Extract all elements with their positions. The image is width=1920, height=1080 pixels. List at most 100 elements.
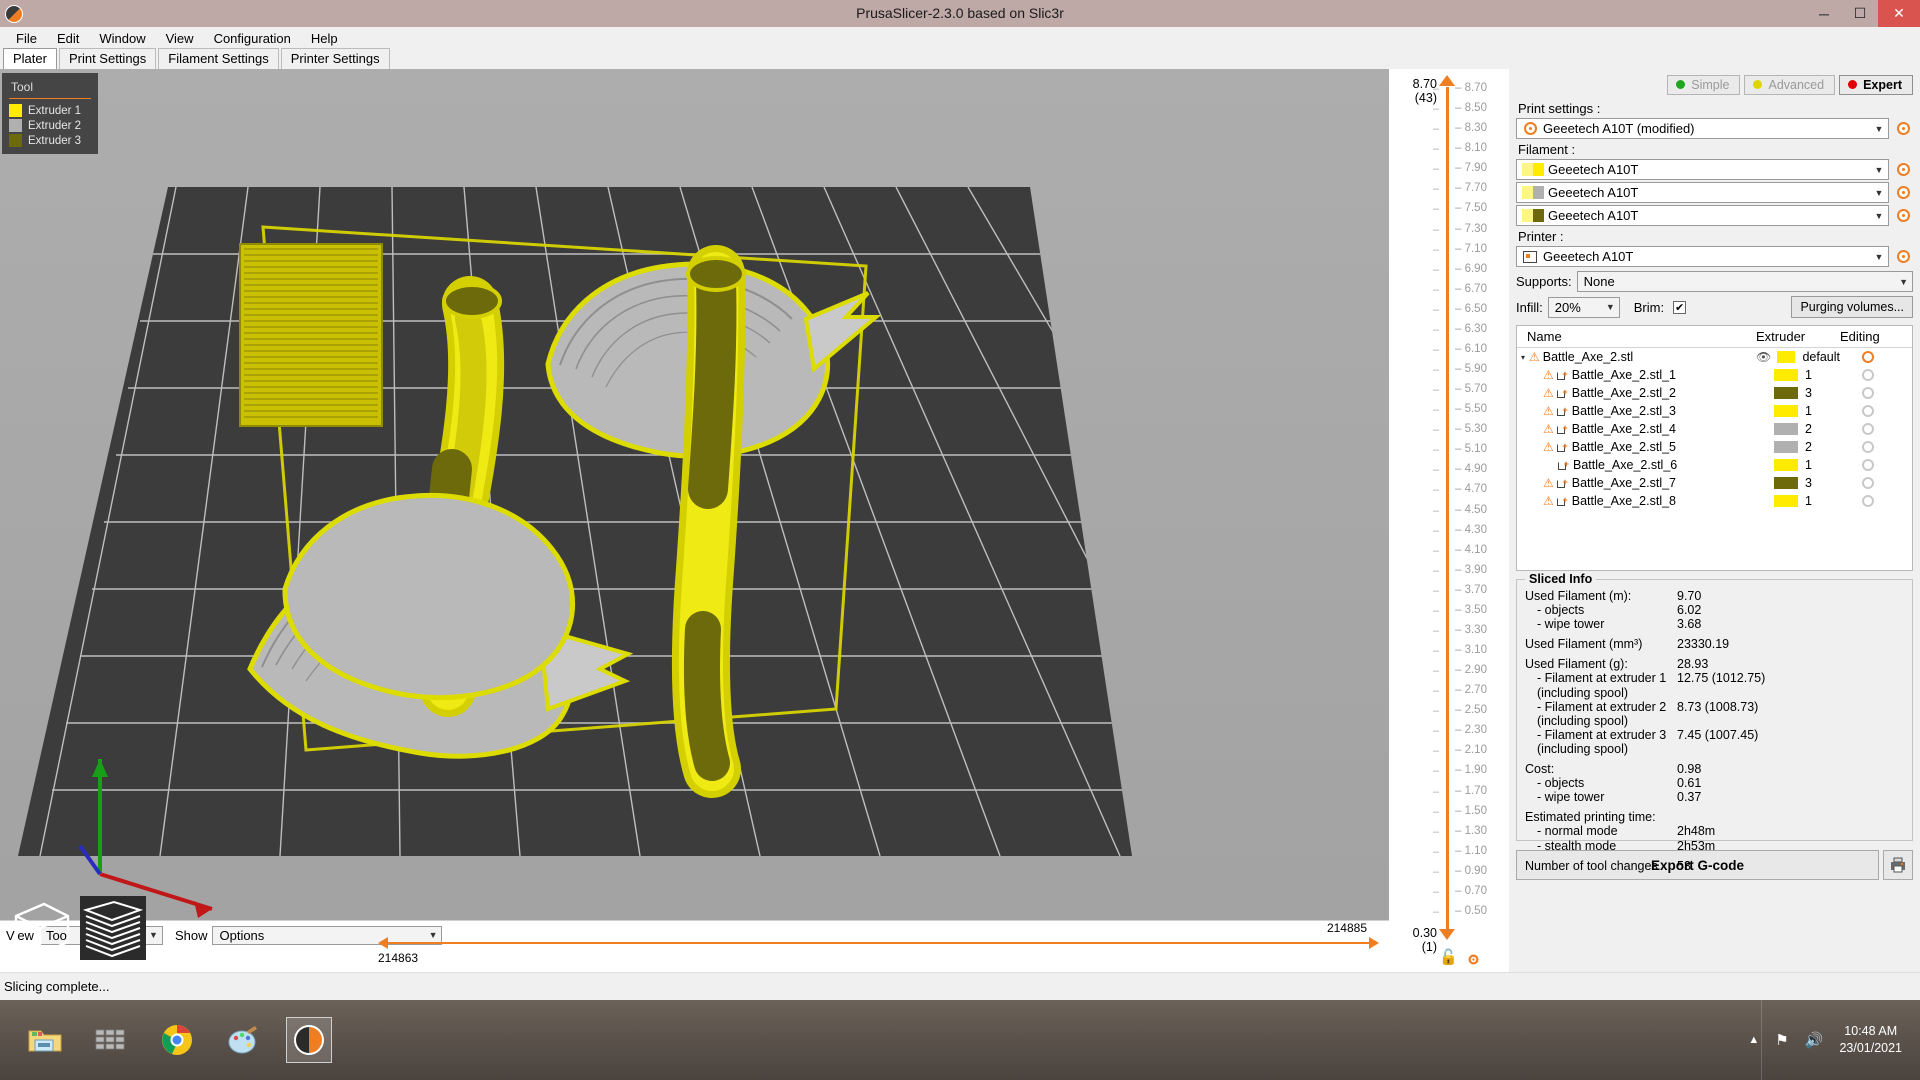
printer-select[interactable]: Geeetech A10T ▼ [1516,246,1889,267]
extruder-cell[interactable]: 2 [1756,440,1840,454]
tab-print-settings[interactable]: Print Settings [58,48,157,69]
move-slider-upper-handle[interactable] [1369,937,1379,949]
prusaslicer-icon[interactable] [286,1017,332,1063]
object-list-row[interactable]: + Battle_Axe_2.stl_6 1 [1517,456,1912,474]
legend-item-extruder-3[interactable]: Extruder 3 [2,133,98,148]
file-explorer-icon[interactable] [22,1017,68,1063]
edit-settings-gear-icon[interactable] [1862,387,1874,399]
menu-configuration[interactable]: Configuration [204,29,301,48]
infill-select[interactable]: 20% ▼ [1547,296,1620,318]
filament-3-select[interactable]: Geeetech A10T ▼ [1516,205,1889,226]
layer-slider-lock-icon[interactable]: 🔓 [1439,948,1458,966]
brim-checkbox[interactable]: ✔ [1673,300,1687,314]
object-list-row[interactable]: ⚠ + Battle_Axe_2.stl_3 1 [1517,402,1912,420]
show-hidden-icons-icon[interactable]: ▲ [1748,1034,1759,1046]
filament-1-select[interactable]: Geeetech A10T ▼ [1516,159,1889,180]
object-list-row[interactable]: ⚠ + Battle_Axe_2.stl_2 3 [1517,384,1912,402]
tab-plater[interactable]: Plater [3,48,57,69]
object-name-cell[interactable]: ⚠ + Battle_Axe_2.stl_7 [1517,476,1756,490]
editing-cell[interactable] [1840,441,1912,453]
volume-icon[interactable]: 🔊 [1805,1031,1824,1049]
legend-item-extruder-1[interactable]: Extruder 1 [2,103,98,118]
3d-preview-viewport[interactable]: Tool Extruder 1 Extruder 2 Extruder 3 Vi… [0,69,1389,972]
editing-cell[interactable] [1840,477,1912,489]
windows-store-icon[interactable] [88,1017,134,1063]
gcode-preview-canvas[interactable] [0,69,1389,972]
mode-simple-button[interactable]: Simple [1667,75,1741,95]
edit-settings-gear-icon[interactable] [1862,459,1874,471]
supports-select[interactable]: None ▼ [1576,271,1913,292]
edit-settings-gear-icon[interactable] [1862,369,1874,381]
tab-filament-settings[interactable]: Filament Settings [158,48,279,69]
extruder-cell[interactable]: 1 [1756,404,1840,418]
edit-settings-gear-icon[interactable] [1862,351,1874,363]
object-list-row[interactable]: ⚠ + Battle_Axe_2.stl_8 1 [1517,492,1912,510]
object-name-cell[interactable]: ⚠ + Battle_Axe_2.stl_5 [1517,440,1756,454]
print-settings-select[interactable]: Geeetech A10T (modified) ▼ [1516,118,1889,139]
paint-icon[interactable] [220,1017,266,1063]
menu-view[interactable]: View [156,29,204,48]
extruder-cell[interactable]: 1 [1756,458,1840,472]
editing-cell[interactable] [1840,351,1912,363]
extruder-cell[interactable]: 1 [1756,368,1840,382]
object-list-row[interactable]: ⚠ + Battle_Axe_2.stl_4 2 [1517,420,1912,438]
object-name-cell[interactable]: + Battle_Axe_2.stl_6 [1517,458,1756,472]
filament-3-edit-button[interactable] [1893,206,1913,226]
expand-collapse-triangle-icon[interactable]: ▾ [1517,353,1529,362]
editing-cell[interactable] [1840,495,1912,507]
menu-help[interactable]: Help [301,29,348,48]
move-slider-track[interactable]: 214885 [378,921,1379,949]
network-icon[interactable]: ⚑ [1775,1031,1788,1049]
minimize-button[interactable]: ─ [1806,0,1842,27]
layer-slider-lower-handle[interactable] [1439,929,1455,940]
editing-cell[interactable] [1840,387,1912,399]
taskbar-clock[interactable]: 10:48 AM 23/01/2021 [1839,1023,1902,1057]
editing-cell[interactable] [1840,459,1912,471]
object-name-cell[interactable]: ⚠ + Battle_Axe_2.stl_8 [1517,494,1756,508]
extruder-cell[interactable]: 3 [1756,476,1840,490]
filament-2-select[interactable]: Geeetech A10T ▼ [1516,182,1889,203]
object-name-cell[interactable]: ⚠ + Battle_Axe_2.stl_3 [1517,404,1756,418]
extruder-cell[interactable]: 2 [1756,422,1840,436]
object-list-row[interactable]: ⚠ + Battle_Axe_2.stl_7 3 [1517,474,1912,492]
editing-cell[interactable] [1840,369,1912,381]
layer-slider-upper-handle[interactable] [1439,75,1455,86]
edit-settings-gear-icon[interactable] [1862,441,1874,453]
tab-printer-settings[interactable]: Printer Settings [280,48,390,69]
editing-cell[interactable] [1840,423,1912,435]
legend-item-extruder-2[interactable]: Extruder 2 [2,118,98,133]
extruder-cell[interactable]: 3 [1756,386,1840,400]
edit-settings-gear-icon[interactable] [1862,477,1874,489]
object-list[interactable]: Name Extruder Editing ▾ ⚠ Battle_Axe_2.stl… [1516,325,1913,571]
object-list-row[interactable]: ▾ ⚠ Battle_Axe_2.stl 👁 default [1517,348,1912,366]
menu-file[interactable]: File [6,29,47,48]
edit-settings-gear-icon[interactable] [1862,423,1874,435]
object-list-row[interactable]: ⚠ + Battle_Axe_2.stl_1 1 [1517,366,1912,384]
purging-volumes-button[interactable]: Purging volumes... [1791,296,1913,318]
preview-layers-view-icon[interactable] [80,896,146,960]
extruder-cell[interactable]: 👁 default [1756,350,1840,364]
object-name-cell[interactable]: ⚠ + Battle_Axe_2.stl_2 [1517,386,1756,400]
view-mode-toggles[interactable] [8,894,153,964]
maximize-button[interactable]: ☐ [1842,0,1878,27]
object-list-row[interactable]: ⚠ + Battle_Axe_2.stl_5 2 [1517,438,1912,456]
extruder-cell[interactable]: 1 [1756,494,1840,508]
filament-1-edit-button[interactable] [1893,160,1913,180]
google-chrome-icon[interactable] [154,1017,200,1063]
menu-window[interactable]: Window [89,29,155,48]
print-settings-edit-button[interactable] [1893,119,1913,139]
filament-2-edit-button[interactable] [1893,183,1913,203]
edit-settings-gear-icon[interactable] [1862,405,1874,417]
editor-3d-view-icon[interactable] [8,896,74,960]
menu-edit[interactable]: Edit [47,29,89,48]
object-name-cell[interactable]: ⚠ + Battle_Axe_2.stl_4 [1517,422,1756,436]
mode-expert-button[interactable]: Expert [1839,75,1913,95]
eye-visibility-icon[interactable]: 👁 [1756,350,1771,364]
printer-edit-button[interactable] [1893,247,1913,267]
move-slider-lower-handle[interactable] [378,937,388,949]
editing-cell[interactable] [1840,405,1912,417]
mode-advanced-button[interactable]: Advanced [1744,75,1836,95]
layer-slider-settings-gear-icon[interactable] [1467,953,1480,966]
vertical-layer-slider[interactable]: 8.70 (43) – – 8.70– – 8.50– – 8.30– – 8.10– –… [1389,69,1509,972]
close-button[interactable]: ✕ [1878,0,1920,27]
